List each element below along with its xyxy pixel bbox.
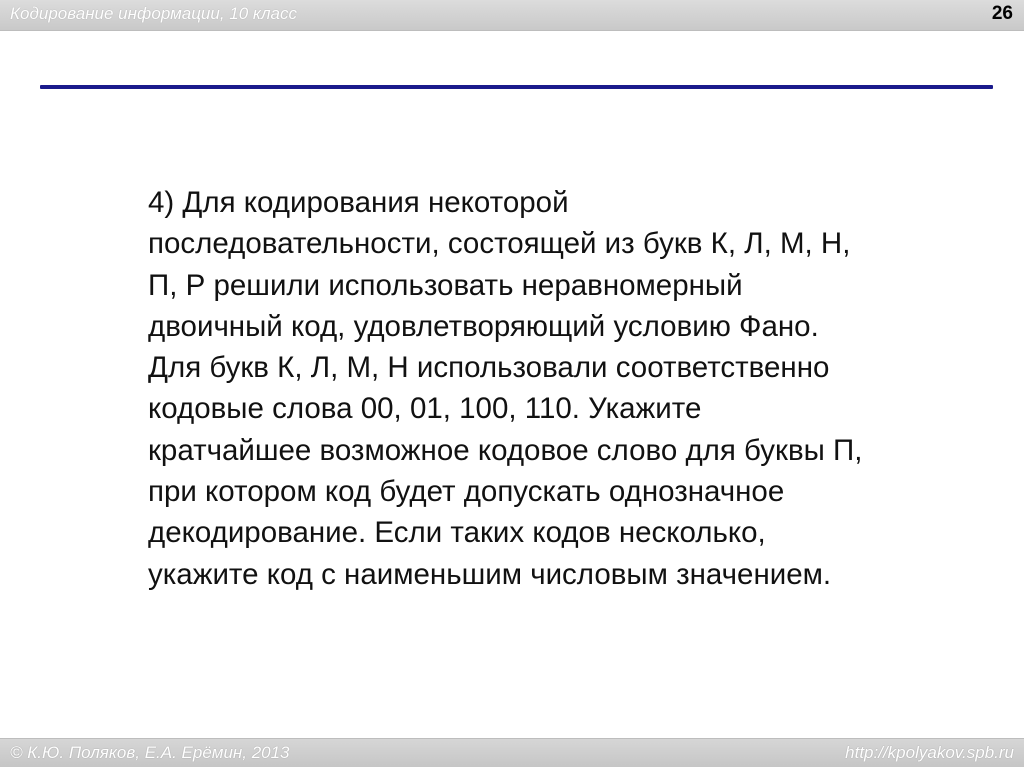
task-text: 4) Для кодирования некоторой последовате… xyxy=(148,186,863,591)
header-title: Кодирование информации, 10 класс xyxy=(10,4,297,23)
footer-url[interactable]: http://kpolyakov.spb.ru xyxy=(845,743,1014,763)
footer-copyright: © К.Ю. Поляков, Е.А. Ерёмин, 2013 xyxy=(10,743,290,762)
slide: Кодирование информации, 10 класс 26 4) Д… xyxy=(0,0,1024,767)
footer-bar: © К.Ю. Поляков, Е.А. Ерёмин, 2013 http:/… xyxy=(0,738,1024,767)
header-bar: Кодирование информации, 10 класс 26 xyxy=(0,0,1024,31)
slide-number: 26 xyxy=(991,3,1013,24)
title-divider xyxy=(40,85,993,89)
